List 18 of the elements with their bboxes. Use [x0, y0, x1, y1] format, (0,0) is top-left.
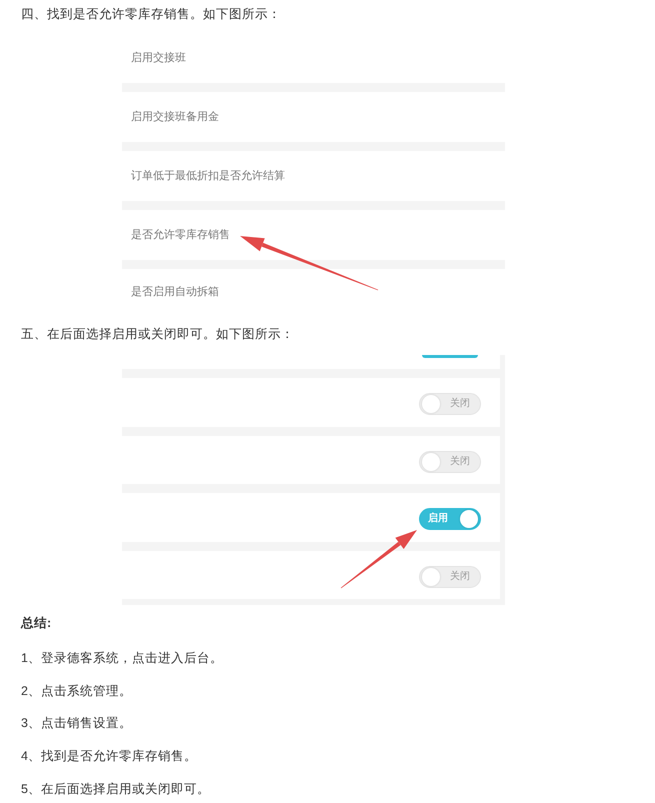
toggle-switch[interactable]: 关闭	[419, 450, 481, 473]
summary-step: 1、登录德客系统，点击进入后台。	[21, 648, 634, 668]
summary-step: 3、点击销售设置。	[21, 713, 634, 734]
setting-label: 订单低于最低折扣是否允许结算	[131, 169, 285, 184]
setting-label: 是否启用自动拆箱	[131, 284, 219, 300]
summary-step: 5、在后面选择启用或关闭即可。	[21, 778, 634, 799]
setting-label: 是否允许零库存销售	[131, 228, 230, 243]
summary-title: 总结:	[21, 615, 52, 632]
toggle-switch[interactable]: 关闭	[419, 393, 481, 416]
summary-step: 2、点击系统管理。	[21, 680, 634, 701]
summary-step: 4、找到是否允许零库存销售。	[21, 746, 634, 766]
toggle-switch[interactable]: 关闭	[419, 566, 481, 588]
step-heading: 五、在后面选择启用或关闭即可。如下图所示：	[21, 326, 295, 343]
setting-label: 启用交接班	[131, 50, 186, 66]
step-heading: 四、找到是否允许零库存销售。如下图所示：	[21, 6, 282, 23]
toggle-switch[interactable]	[422, 355, 478, 358]
setting-label: 启用交接班备用金	[131, 110, 219, 125]
toggle-switch[interactable]: 启用	[419, 508, 481, 530]
